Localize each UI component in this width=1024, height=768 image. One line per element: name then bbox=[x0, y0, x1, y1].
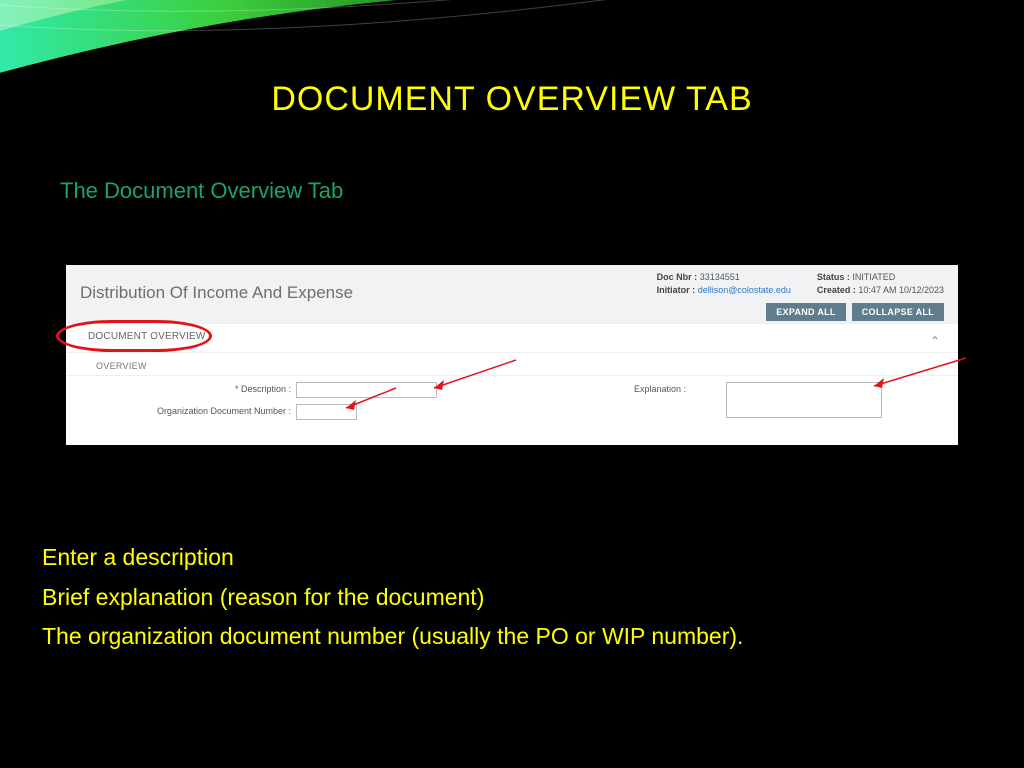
doc-nbr-value: 33134551 bbox=[700, 272, 740, 282]
initiator-link[interactable]: dellison@colostate.edu bbox=[698, 285, 791, 295]
document-overview-tab: DOCUMENT OVERVIEW bbox=[88, 331, 206, 342]
collapse-caret-icon[interactable]: ⌃ bbox=[930, 334, 940, 348]
explanation-label: Explanation : bbox=[586, 384, 686, 394]
document-type-title: Distribution Of Income And Expense bbox=[80, 283, 353, 303]
status-label: Status : bbox=[817, 272, 850, 282]
section-tab-row[interactable]: DOCUMENT OVERVIEW ⌃ bbox=[66, 324, 958, 353]
status-value: INITIATED bbox=[852, 272, 895, 282]
explanation-textarea[interactable] bbox=[726, 382, 882, 418]
overview-subheader: OVERVIEW bbox=[66, 353, 958, 376]
description-input[interactable] bbox=[296, 382, 437, 398]
instruction-line-2: Brief explanation (reason for the docume… bbox=[42, 580, 982, 616]
org-doc-number-input[interactable] bbox=[296, 404, 357, 420]
instruction-line-3: The organization document number (usuall… bbox=[42, 619, 982, 655]
slide-title: DOCUMENT OVERVIEW TAB bbox=[0, 80, 1024, 119]
created-label: Created : bbox=[817, 285, 856, 295]
created-value: 10:47 AM 10/12/2023 bbox=[858, 285, 944, 295]
instruction-text-block: Enter a description Brief explanation (r… bbox=[42, 540, 982, 659]
panel-header: Distribution Of Income And Expense Doc N… bbox=[66, 265, 958, 324]
initiator-label: Initiator : bbox=[657, 285, 696, 295]
slide-subtitle: The Document Overview Tab bbox=[60, 178, 343, 204]
form-screenshot: Distribution Of Income And Expense Doc N… bbox=[66, 265, 958, 445]
doc-nbr-label: Doc Nbr : bbox=[657, 272, 698, 282]
overview-form: * Description : Organization Document Nu… bbox=[66, 376, 958, 434]
org-doc-number-label: Organization Document Number : bbox=[106, 406, 291, 416]
instruction-line-1: Enter a description bbox=[42, 540, 982, 576]
expand-all-button[interactable]: EXPAND ALL bbox=[766, 303, 846, 321]
collapse-all-button[interactable]: COLLAPSE ALL bbox=[852, 303, 944, 321]
description-label: * Description : bbox=[146, 384, 291, 394]
doc-metadata: Doc Nbr : 33134551 Initiator : dellison@… bbox=[657, 271, 944, 297]
